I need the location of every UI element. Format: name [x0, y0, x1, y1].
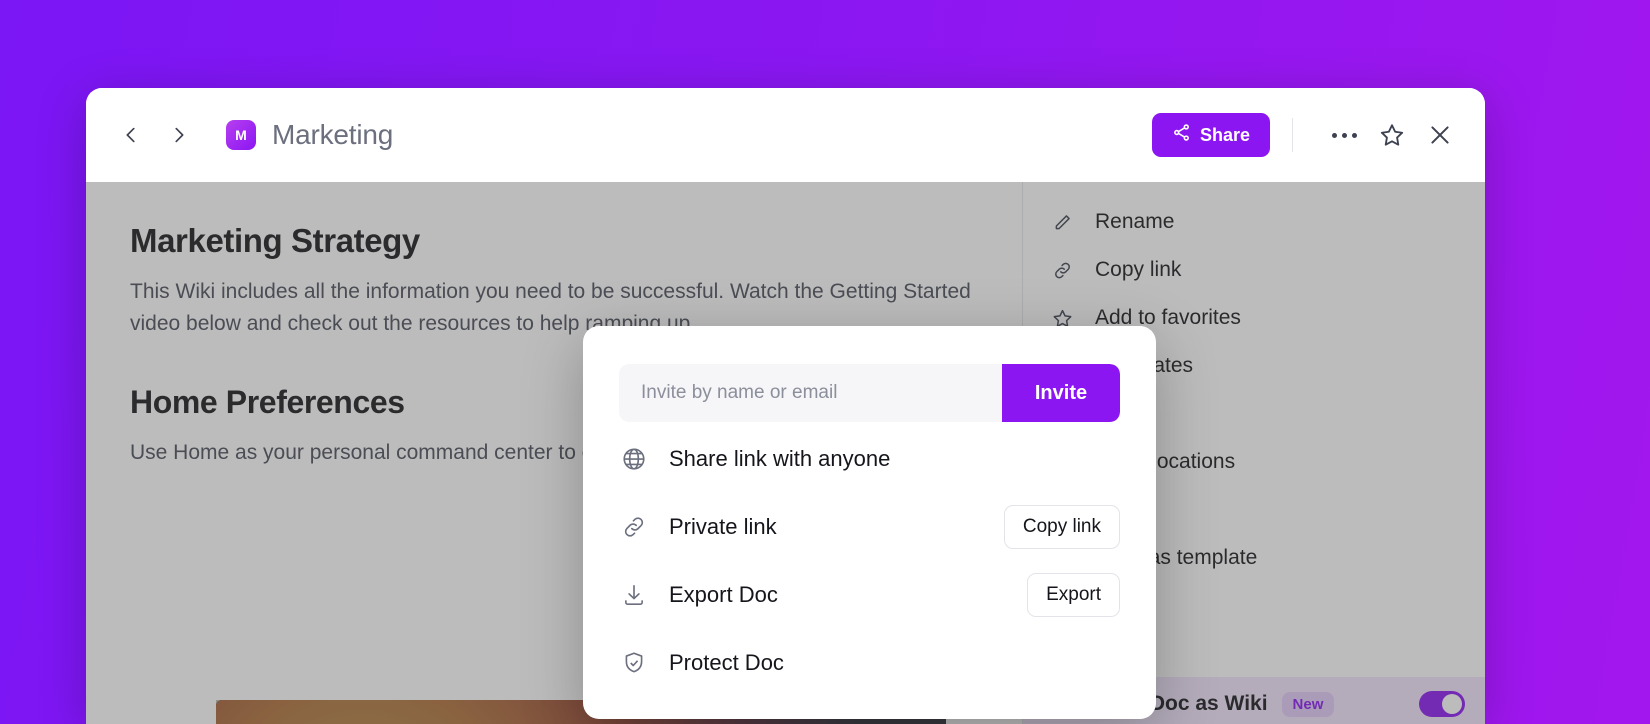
invite-button[interactable]: Invite: [1002, 364, 1120, 422]
menu-item-label: Rename: [1095, 210, 1175, 233]
option-protect-doc: Protect Doc: [619, 632, 1120, 694]
invite-input[interactable]: [619, 364, 1002, 422]
header-actions: Share: [1151, 113, 1459, 157]
link-icon: [1049, 257, 1075, 283]
share-button-label: Share: [1199, 124, 1250, 145]
mark-doc-as-wiki-toggle[interactable]: [1419, 691, 1465, 717]
option-private-link: Private link Copy link: [619, 496, 1120, 558]
chevron-right-icon[interactable]: [166, 122, 192, 148]
export-button[interactable]: Export: [1027, 573, 1120, 617]
option-label: Protect Doc: [669, 650, 784, 675]
copy-link-button[interactable]: Copy link: [1003, 505, 1120, 549]
menu-item-label: Copy link: [1095, 258, 1182, 281]
pencil-icon: [1049, 209, 1075, 235]
option-control: Export: [1027, 573, 1120, 617]
header-divider: [1292, 118, 1293, 152]
shield-check-icon: [619, 648, 649, 678]
invite-row: Invite: [619, 364, 1120, 422]
globe-icon: [619, 444, 649, 474]
option-label: Share link with anyone: [669, 446, 891, 471]
download-icon: [619, 580, 649, 610]
option-label: Private link: [669, 514, 777, 539]
option-export-doc: Export Doc Export: [619, 564, 1120, 626]
app-header: M Marketing Share: [86, 88, 1485, 182]
chevron-left-icon[interactable]: [118, 122, 144, 148]
link-icon: [619, 512, 649, 542]
share-nodes-icon: [1172, 123, 1191, 147]
option-control: Copy link: [1003, 505, 1120, 549]
app-window: M Marketing Share Marketing Strategy Thi…: [86, 88, 1485, 724]
menu-item-rename[interactable]: Rename: [1023, 198, 1485, 246]
option-label: Export Doc: [669, 582, 778, 607]
menu-item-copy-link[interactable]: Copy link: [1023, 246, 1485, 294]
share-button[interactable]: Share: [1151, 113, 1270, 157]
star-icon[interactable]: [1373, 116, 1411, 154]
close-icon[interactable]: [1421, 116, 1459, 154]
new-badge: New: [1281, 691, 1335, 717]
page-title: Marketing: [272, 119, 394, 150]
share-modal: Invite Share link with anyone Private li…: [583, 326, 1156, 719]
nav-arrows: [118, 122, 192, 148]
ellipsis-icon[interactable]: [1325, 116, 1363, 154]
avatar: M: [226, 120, 256, 150]
option-share-link-with-anyone: Share link with anyone: [619, 428, 1120, 490]
